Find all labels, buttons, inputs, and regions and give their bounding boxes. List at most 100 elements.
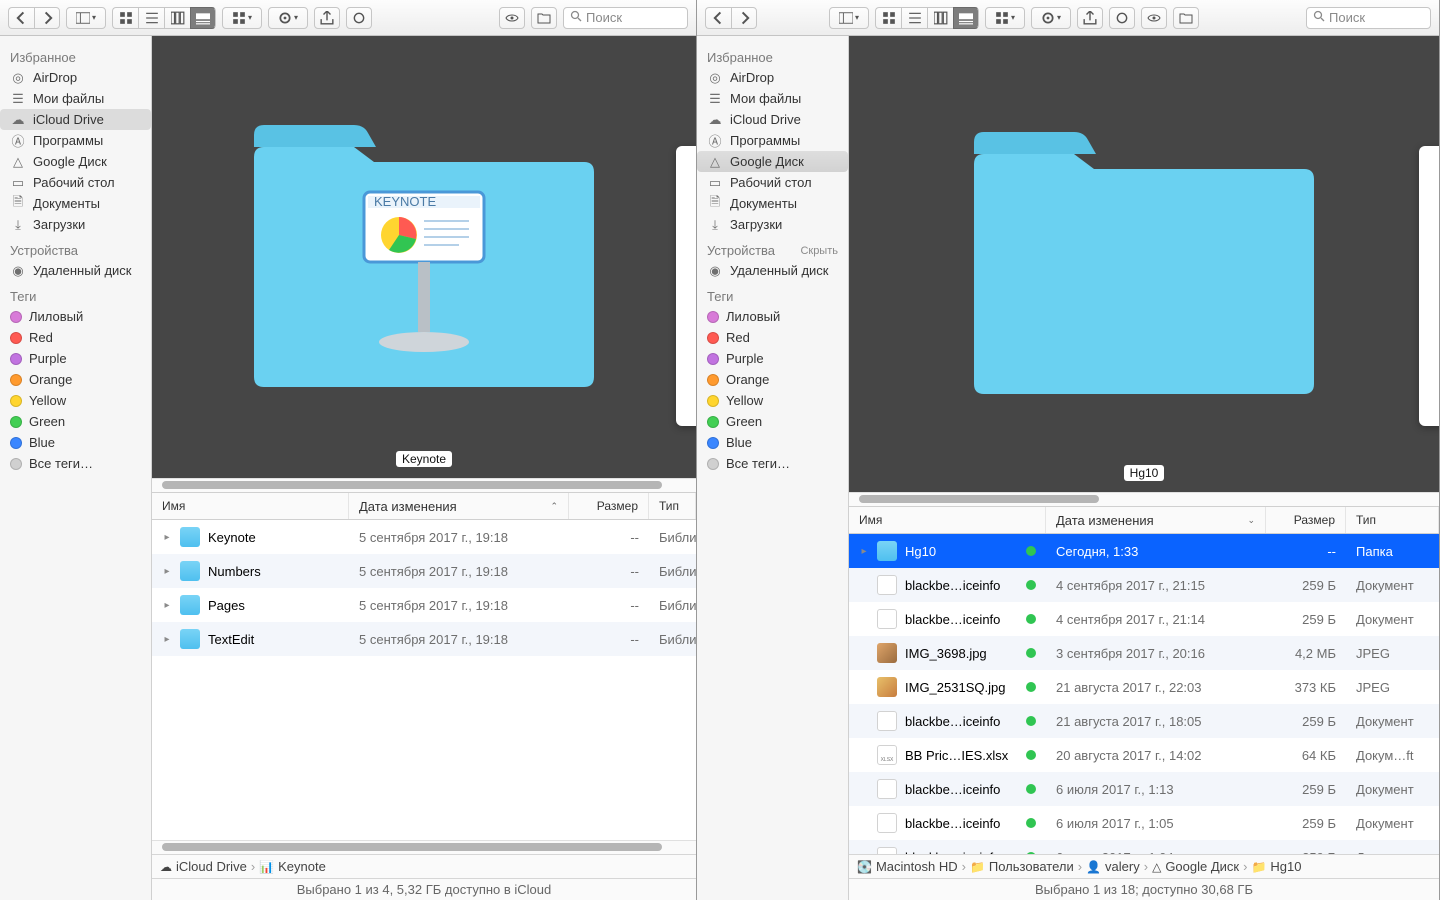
- sidebar-tag[interactable]: Purple: [697, 348, 848, 369]
- sidebar-item-icloud[interactable]: ☁iCloud Drive: [0, 109, 151, 130]
- table-row[interactable]: IMG_3698.jpg3 сентября 2017 г., 20:164,2…: [849, 636, 1439, 670]
- table-row[interactable]: blackbe…iceinfo4 сентября 2017 г., 21:15…: [849, 568, 1439, 602]
- sidebar-tag[interactable]: Все теги…: [0, 453, 151, 474]
- forward-button[interactable]: [731, 7, 757, 29]
- view-columns[interactable]: [927, 7, 953, 29]
- share-button[interactable]: [1077, 7, 1103, 29]
- disclosure-icon[interactable]: ▸: [162, 532, 172, 543]
- col-size[interactable]: Размер: [1266, 507, 1346, 533]
- table-row[interactable]: ▸Numbers5 сентября 2017 г., 19:18--Библи…: [152, 554, 696, 588]
- sidebar-item-gdrive[interactable]: △Google Диск: [0, 151, 151, 172]
- forward-button[interactable]: [34, 7, 60, 29]
- sidebar-item-airdrop[interactable]: ◎AirDrop: [0, 67, 151, 88]
- sidebar-tag[interactable]: Yellow: [697, 390, 848, 411]
- view-icons[interactable]: [875, 7, 901, 29]
- sidebar-item-apps[interactable]: ⒶПрограммы: [697, 130, 848, 151]
- col-size[interactable]: Размер: [569, 493, 649, 519]
- sidebar-tag[interactable]: Лиловый: [0, 306, 151, 327]
- arrange-button[interactable]: ▾: [222, 7, 262, 29]
- preview-scrollbar[interactable]: [849, 492, 1439, 506]
- view-coverflow[interactable]: [953, 7, 979, 29]
- sidebar-item-airdrop[interactable]: ◎AirDrop: [697, 67, 848, 88]
- col-kind[interactable]: Тип: [1346, 507, 1439, 533]
- sidebar-tag[interactable]: Blue: [697, 432, 848, 453]
- sidebar-tag[interactable]: Purple: [0, 348, 151, 369]
- col-kind[interactable]: Тип: [649, 493, 696, 519]
- hide-link[interactable]: Скрыть: [800, 245, 838, 257]
- sidebar-item-documents[interactable]: 🗎Документы: [0, 193, 151, 214]
- sidebar-item-downloads[interactable]: ⤓Загрузки: [0, 214, 151, 235]
- sidebar-tag[interactable]: Yellow: [0, 390, 151, 411]
- sidebar-tag[interactable]: Все теги…: [697, 453, 848, 474]
- sidebar-item-myfiles[interactable]: ☰Мои файлы: [0, 88, 151, 109]
- tags-button[interactable]: [1109, 7, 1135, 29]
- sidebar-item-gdrive[interactable]: △Google Диск: [697, 151, 848, 172]
- sidebar-tag[interactable]: Orange: [0, 369, 151, 390]
- table-row[interactable]: blackbe…iceinfo21 августа 2017 г., 18:05…: [849, 704, 1439, 738]
- disclosure-icon[interactable]: ▸: [162, 600, 172, 611]
- sidebar-item-documents[interactable]: 🗎Документы: [697, 193, 848, 214]
- sidebar-tag[interactable]: Green: [0, 411, 151, 432]
- table-row[interactable]: blackbe…iceinfo4 сентября 2017 г., 21:14…: [849, 602, 1439, 636]
- path-bar[interactable]: 💽 Macintosh HD›📁 Пользователи›👤 valery›△…: [849, 854, 1439, 878]
- sidebar-tag[interactable]: Blue: [0, 432, 151, 453]
- table-row[interactable]: blackbe…iceinfo6 июля 2017 г., 1:13259 Б…: [849, 772, 1439, 806]
- sidebar-tag[interactable]: Лиловый: [697, 306, 848, 327]
- view-coverflow[interactable]: [190, 7, 216, 29]
- sidebar-item-desktop[interactable]: ▭Рабочий стол: [0, 172, 151, 193]
- back-button[interactable]: [705, 7, 731, 29]
- view-columns[interactable]: [164, 7, 190, 29]
- col-name[interactable]: Имя: [152, 493, 349, 519]
- disclosure-icon[interactable]: ▸: [859, 546, 869, 557]
- sidebar-item-myfiles[interactable]: ☰Мои файлы: [697, 88, 848, 109]
- sidebar-item-downloads[interactable]: ⤓Загрузки: [697, 214, 848, 235]
- path-segment[interactable]: valery: [1105, 859, 1140, 874]
- action-button[interactable]: ▾: [1031, 7, 1071, 29]
- search-field[interactable]: Поиск: [1306, 7, 1431, 29]
- quicklook-button[interactable]: [499, 7, 525, 29]
- sidebar-tag[interactable]: Green: [697, 411, 848, 432]
- sidebar-item-remotedisk[interactable]: ◉Удаленный диск: [697, 260, 848, 281]
- table-row[interactable]: IMG_2531SQ.jpg21 августа 2017 г., 22:033…: [849, 670, 1439, 704]
- back-button[interactable]: [8, 7, 34, 29]
- path-segment[interactable]: iCloud Drive: [176, 859, 247, 874]
- sidebar-tag[interactable]: Red: [697, 327, 848, 348]
- path-segment[interactable]: Google Диск: [1165, 859, 1239, 874]
- col-date[interactable]: Дата изменения⌃: [349, 493, 569, 519]
- arrange-button[interactable]: ▾: [985, 7, 1025, 29]
- preview-pane[interactable]: KEYNOTE Keynote: [152, 36, 696, 478]
- sidebar-tag[interactable]: Red: [0, 327, 151, 348]
- path-segment[interactable]: Hg10: [1270, 859, 1301, 874]
- table-row[interactable]: ▸TextEdit5 сентября 2017 г., 19:18--Библ…: [152, 622, 696, 656]
- disclosure-icon[interactable]: ▸: [162, 634, 172, 645]
- sidebar-tag[interactable]: Orange: [697, 369, 848, 390]
- col-date[interactable]: Дата изменения⌄: [1046, 507, 1266, 533]
- table-row[interactable]: ▸Keynote5 сентября 2017 г., 19:18--Библи…: [152, 520, 696, 554]
- preview-scrollbar[interactable]: [152, 478, 696, 492]
- table-row[interactable]: ▸Hg10Сегодня, 1:33--Папка: [849, 534, 1439, 568]
- sidebar-item-remotedisk[interactable]: ◉Удаленный диск: [0, 260, 151, 281]
- disclosure-icon[interactable]: ▸: [162, 566, 172, 577]
- path-segment[interactable]: Пользователи: [989, 859, 1074, 874]
- table-row[interactable]: blackbe…iceinfo6 июля 2017 г., 1:05259 Б…: [849, 806, 1439, 840]
- sidebar-item-desktop[interactable]: ▭Рабочий стол: [697, 172, 848, 193]
- col-name[interactable]: Имя: [849, 507, 1046, 533]
- action-button[interactable]: ▾: [268, 7, 308, 29]
- table-row[interactable]: ▸Pages5 сентября 2017 г., 19:18--Библиот…: [152, 588, 696, 622]
- tags-button[interactable]: [346, 7, 372, 29]
- quicklook-button[interactable]: [1141, 7, 1167, 29]
- path-bar[interactable]: ☁ iCloud Drive›📊 Keynote: [152, 854, 696, 878]
- sidebar-toggle[interactable]: ▾: [829, 7, 869, 29]
- new-folder-button[interactable]: [1173, 7, 1199, 29]
- table-row[interactable]: blackbe…iceinfo6 июля 2017 г., 1:04259 Б…: [849, 840, 1439, 854]
- view-list[interactable]: [138, 7, 164, 29]
- sidebar-item-icloud[interactable]: ☁iCloud Drive: [697, 109, 848, 130]
- table-row[interactable]: BB Pric…IES.xlsx20 августа 2017 г., 14:0…: [849, 738, 1439, 772]
- sidebar-item-apps[interactable]: ⒶПрограммы: [0, 130, 151, 151]
- view-list[interactable]: [901, 7, 927, 29]
- view-icons[interactable]: [112, 7, 138, 29]
- list-scrollbar[interactable]: [152, 840, 696, 854]
- search-field[interactable]: Поиск: [563, 7, 688, 29]
- new-folder-button[interactable]: [531, 7, 557, 29]
- share-button[interactable]: [314, 7, 340, 29]
